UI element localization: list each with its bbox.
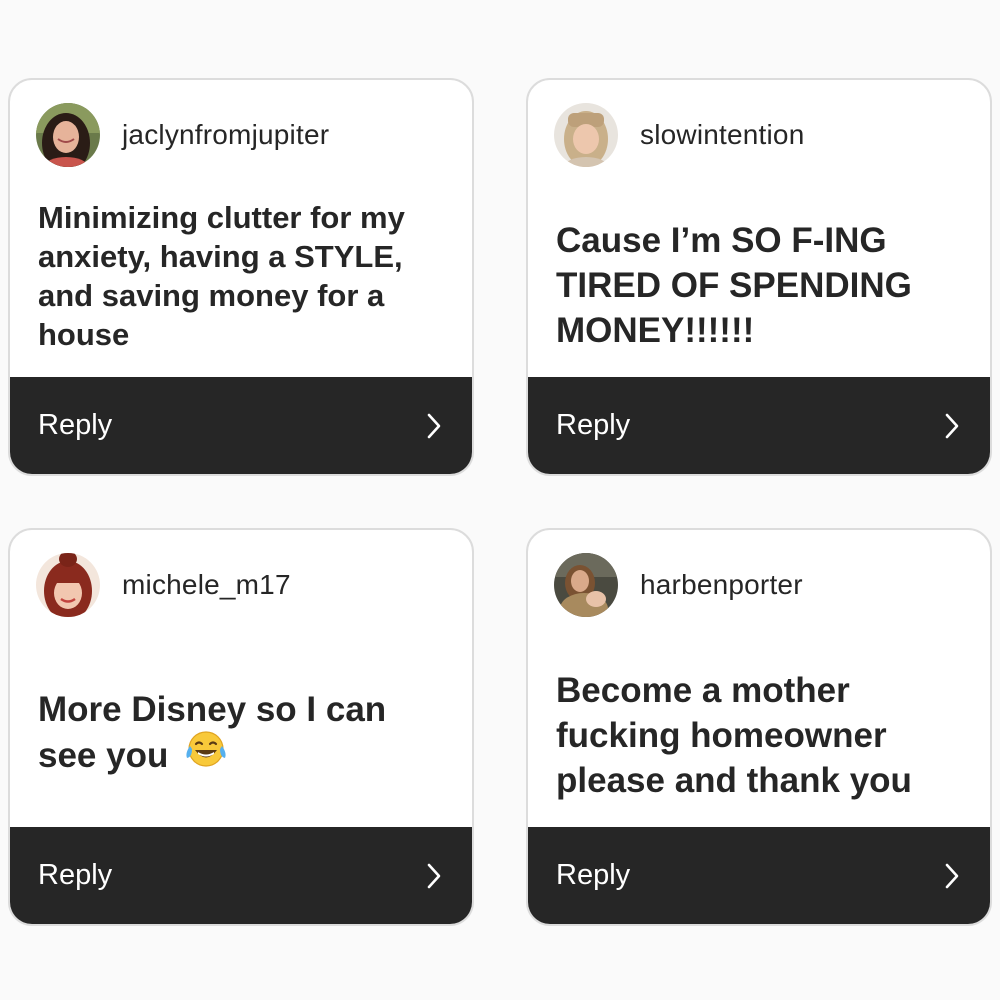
- question-response-card-2: slowintention Cause I’m SO F-ING TIRED O…: [526, 78, 992, 476]
- response-text: Become a mother fucking homeowner please…: [556, 670, 912, 800]
- avatar[interactable]: [554, 103, 618, 167]
- avatar[interactable]: [554, 553, 618, 617]
- response-text-wrapper: More Disney so I can see you: [38, 687, 386, 783]
- username[interactable]: michele_m17: [122, 569, 291, 601]
- reply-label: Reply: [38, 409, 113, 441]
- question-response-card-1: jaclynfromjupiter Minimizing clutter for…: [8, 78, 474, 476]
- username[interactable]: harbenporter: [640, 569, 803, 601]
- response-text: Minimizing clutter for my anxiety, havin…: [38, 200, 405, 352]
- question-response-card-4: harbenporter Become a mother fucking hom…: [526, 528, 992, 926]
- reply-label: Reply: [556, 409, 631, 441]
- chevron-right-icon: [426, 412, 442, 440]
- chevron-right-icon: [944, 412, 960, 440]
- reply-label: Reply: [556, 859, 631, 891]
- response-message: Cause I’m SO F-ING TIRED OF SPENDING MON…: [556, 192, 964, 378]
- response-message: More Disney so I can see you: [38, 642, 446, 828]
- response-text: Cause I’m SO F-ING TIRED OF SPENDING MON…: [556, 220, 912, 350]
- card-header: michele_m17: [36, 550, 291, 620]
- username[interactable]: jaclynfromjupiter: [122, 119, 329, 151]
- username[interactable]: slowintention: [640, 119, 804, 151]
- reply-button[interactable]: Reply: [528, 377, 990, 474]
- reply-label: Reply: [38, 859, 113, 891]
- face-with-tears-of-joy-icon: [184, 729, 228, 780]
- chevron-right-icon: [944, 862, 960, 890]
- reply-button[interactable]: Reply: [528, 827, 990, 924]
- card-header: harbenporter: [554, 550, 803, 620]
- card-header: jaclynfromjupiter: [36, 100, 329, 170]
- avatar[interactable]: [36, 553, 100, 617]
- chevron-right-icon: [426, 862, 442, 890]
- card-header: slowintention: [554, 100, 804, 170]
- response-message: Minimizing clutter for my anxiety, havin…: [38, 196, 446, 356]
- reply-button[interactable]: Reply: [10, 827, 472, 924]
- avatar[interactable]: [36, 103, 100, 167]
- question-response-card-3: michele_m17 More Disney so I can see you…: [8, 528, 474, 926]
- reply-button[interactable]: Reply: [10, 377, 472, 474]
- response-message: Become a mother fucking homeowner please…: [556, 642, 964, 828]
